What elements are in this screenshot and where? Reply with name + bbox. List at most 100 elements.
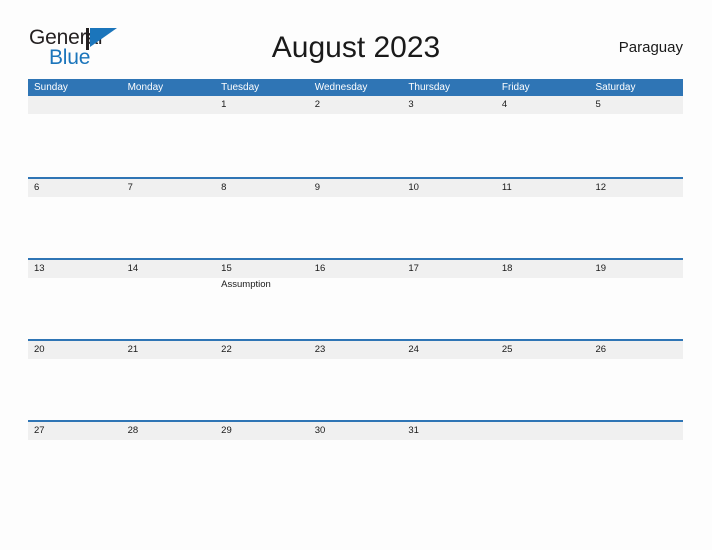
day-cell-18[interactable]: 18 bbox=[496, 260, 590, 278]
day-cell-19[interactable]: 19 bbox=[589, 260, 683, 278]
day-cell-24[interactable]: 24 bbox=[402, 341, 496, 359]
day-cell-4[interactable]: 4 bbox=[496, 96, 590, 114]
events-cell-empty bbox=[496, 440, 590, 503]
day-number: 10 bbox=[408, 181, 419, 193]
day-cell-30[interactable]: 30 bbox=[309, 422, 403, 440]
events-cell-11 bbox=[496, 197, 590, 260]
day-cell-empty bbox=[28, 96, 122, 114]
page-header: General Blue August 2023 Paraguay bbox=[0, 22, 712, 74]
events-cell-20 bbox=[28, 359, 122, 422]
day-cell-6[interactable]: 6 bbox=[28, 179, 122, 197]
day-cell-11[interactable]: 11 bbox=[496, 179, 590, 197]
day-cell-22[interactable]: 22 bbox=[215, 341, 309, 359]
day-number-band: 20 21 22 23 24 25 26 bbox=[28, 340, 683, 359]
events-cell-empty bbox=[28, 114, 122, 177]
day-cell-16[interactable]: 16 bbox=[309, 260, 403, 278]
calendar-week-row: 1 2 3 4 5 bbox=[28, 96, 683, 177]
events-cell-22 bbox=[215, 359, 309, 422]
day-number: 27 bbox=[34, 424, 45, 436]
day-number: 7 bbox=[127, 181, 133, 193]
events-cell-7 bbox=[122, 197, 216, 260]
events-cell-10 bbox=[402, 197, 496, 260]
day-number: 1 bbox=[221, 99, 227, 110]
events-cell-empty bbox=[122, 114, 216, 177]
day-cell-9[interactable]: 9 bbox=[309, 179, 403, 197]
events-cell-24 bbox=[402, 359, 496, 422]
day-number: 3 bbox=[408, 99, 414, 110]
day-number: 17 bbox=[408, 262, 419, 274]
day-number: 2 bbox=[314, 99, 321, 110]
page-title: August 2023 bbox=[271, 31, 441, 64]
weekday-header-sunday: Sunday bbox=[34, 82, 68, 93]
day-number: 16 bbox=[314, 262, 326, 274]
weekday-header-monday: Monday bbox=[127, 82, 164, 93]
day-number: 8 bbox=[221, 181, 227, 193]
calendar-grid: Sunday Monday Tuesday Wednesday Thursday Frid… bbox=[28, 79, 683, 501]
calendar-weeks: 1 2 3 4 5 6 7 8 9 10 11 12 13 14 15 16 17 18 19 Assumption 2… bbox=[28, 96, 683, 501]
day-number: 4 bbox=[501, 99, 508, 110]
day-cell-17[interactable]: 17 bbox=[402, 260, 496, 278]
day-number: 22 bbox=[221, 343, 232, 355]
day-cell-5[interactable]: 5 bbox=[589, 96, 683, 114]
day-cell-14[interactable]: 14 bbox=[122, 260, 216, 278]
calendar-week-row: 6 7 8 9 10 11 12 bbox=[28, 177, 683, 258]
day-cell-20[interactable]: 20 bbox=[28, 341, 122, 359]
events-cell-5 bbox=[589, 114, 683, 177]
weekday-header-saturday: Saturday bbox=[595, 82, 636, 93]
weekday-header-friday: Friday bbox=[501, 82, 530, 93]
day-cell-28[interactable]: 28 bbox=[122, 422, 216, 440]
day-number-band: 27 28 29 30 31 bbox=[28, 421, 683, 440]
day-number: 21 bbox=[127, 343, 139, 355]
day-cell-27[interactable]: 27 bbox=[28, 422, 122, 440]
calendar-week-row: 27 28 29 30 31 bbox=[28, 420, 683, 501]
events-cell-4 bbox=[496, 114, 590, 177]
events-cell-28 bbox=[122, 440, 216, 503]
day-number: 15 bbox=[221, 262, 232, 274]
day-cell-3[interactable]: 3 bbox=[402, 96, 496, 114]
day-cell-10[interactable]: 10 bbox=[402, 179, 496, 197]
day-number-band: 13 14 15 16 17 18 19 bbox=[28, 259, 683, 278]
day-number: 25 bbox=[501, 343, 513, 355]
day-events-layer: Assumption bbox=[28, 278, 683, 341]
day-cell-8[interactable]: 8 bbox=[215, 179, 309, 197]
day-number: 29 bbox=[221, 424, 232, 436]
day-number: 19 bbox=[595, 262, 607, 274]
events-cell-26 bbox=[589, 359, 683, 422]
events-cell-8 bbox=[215, 197, 309, 260]
weekday-header-row: Sunday Monday Tuesday Wednesday Thursday Frid… bbox=[28, 79, 683, 96]
events-cell-13 bbox=[28, 278, 122, 341]
day-cell-7[interactable]: 7 bbox=[122, 179, 216, 197]
day-events-layer bbox=[28, 440, 683, 503]
day-number: 11 bbox=[501, 181, 512, 193]
events-cell-14 bbox=[122, 278, 216, 341]
day-cell-23[interactable]: 23 bbox=[309, 341, 403, 359]
holiday-label: Assumption bbox=[221, 278, 271, 290]
day-cell-empty bbox=[122, 96, 216, 114]
day-cell-31[interactable]: 31 bbox=[402, 422, 496, 440]
day-number: 18 bbox=[501, 262, 513, 274]
day-events-layer bbox=[28, 197, 683, 260]
events-cell-18 bbox=[496, 278, 590, 341]
day-cell-1[interactable]: 1 bbox=[215, 96, 309, 114]
day-cell-26[interactable]: 26 bbox=[589, 341, 683, 359]
weekday-header-thursday: Thursday bbox=[408, 82, 450, 93]
day-number-band: 6 7 8 9 10 11 12 bbox=[28, 178, 683, 197]
day-cell-12[interactable]: 12 bbox=[589, 179, 683, 197]
day-events-layer bbox=[28, 359, 683, 422]
day-cell-13[interactable]: 13 bbox=[28, 260, 122, 278]
day-number: 24 bbox=[408, 343, 419, 355]
events-cell-17 bbox=[402, 278, 496, 341]
day-cell-25[interactable]: 25 bbox=[496, 341, 590, 359]
weekday-header-wednesday: Wednesday bbox=[314, 82, 368, 93]
events-cell-27 bbox=[28, 440, 122, 503]
events-cell-23 bbox=[309, 359, 403, 422]
day-cell-15[interactable]: 15 bbox=[215, 260, 309, 278]
events-cell-19 bbox=[589, 278, 683, 341]
day-cell-21[interactable]: 21 bbox=[122, 341, 216, 359]
events-cell-15[interactable]: Assumption bbox=[215, 278, 309, 341]
calendar-week-row: 20 21 22 23 24 25 26 bbox=[28, 339, 683, 420]
calendar-week-row: 13 14 15 16 17 18 19 Assumption bbox=[28, 258, 683, 339]
day-cell-29[interactable]: 29 bbox=[215, 422, 309, 440]
day-cell-2[interactable]: 2 bbox=[309, 96, 403, 114]
day-number: 6 bbox=[34, 181, 40, 193]
